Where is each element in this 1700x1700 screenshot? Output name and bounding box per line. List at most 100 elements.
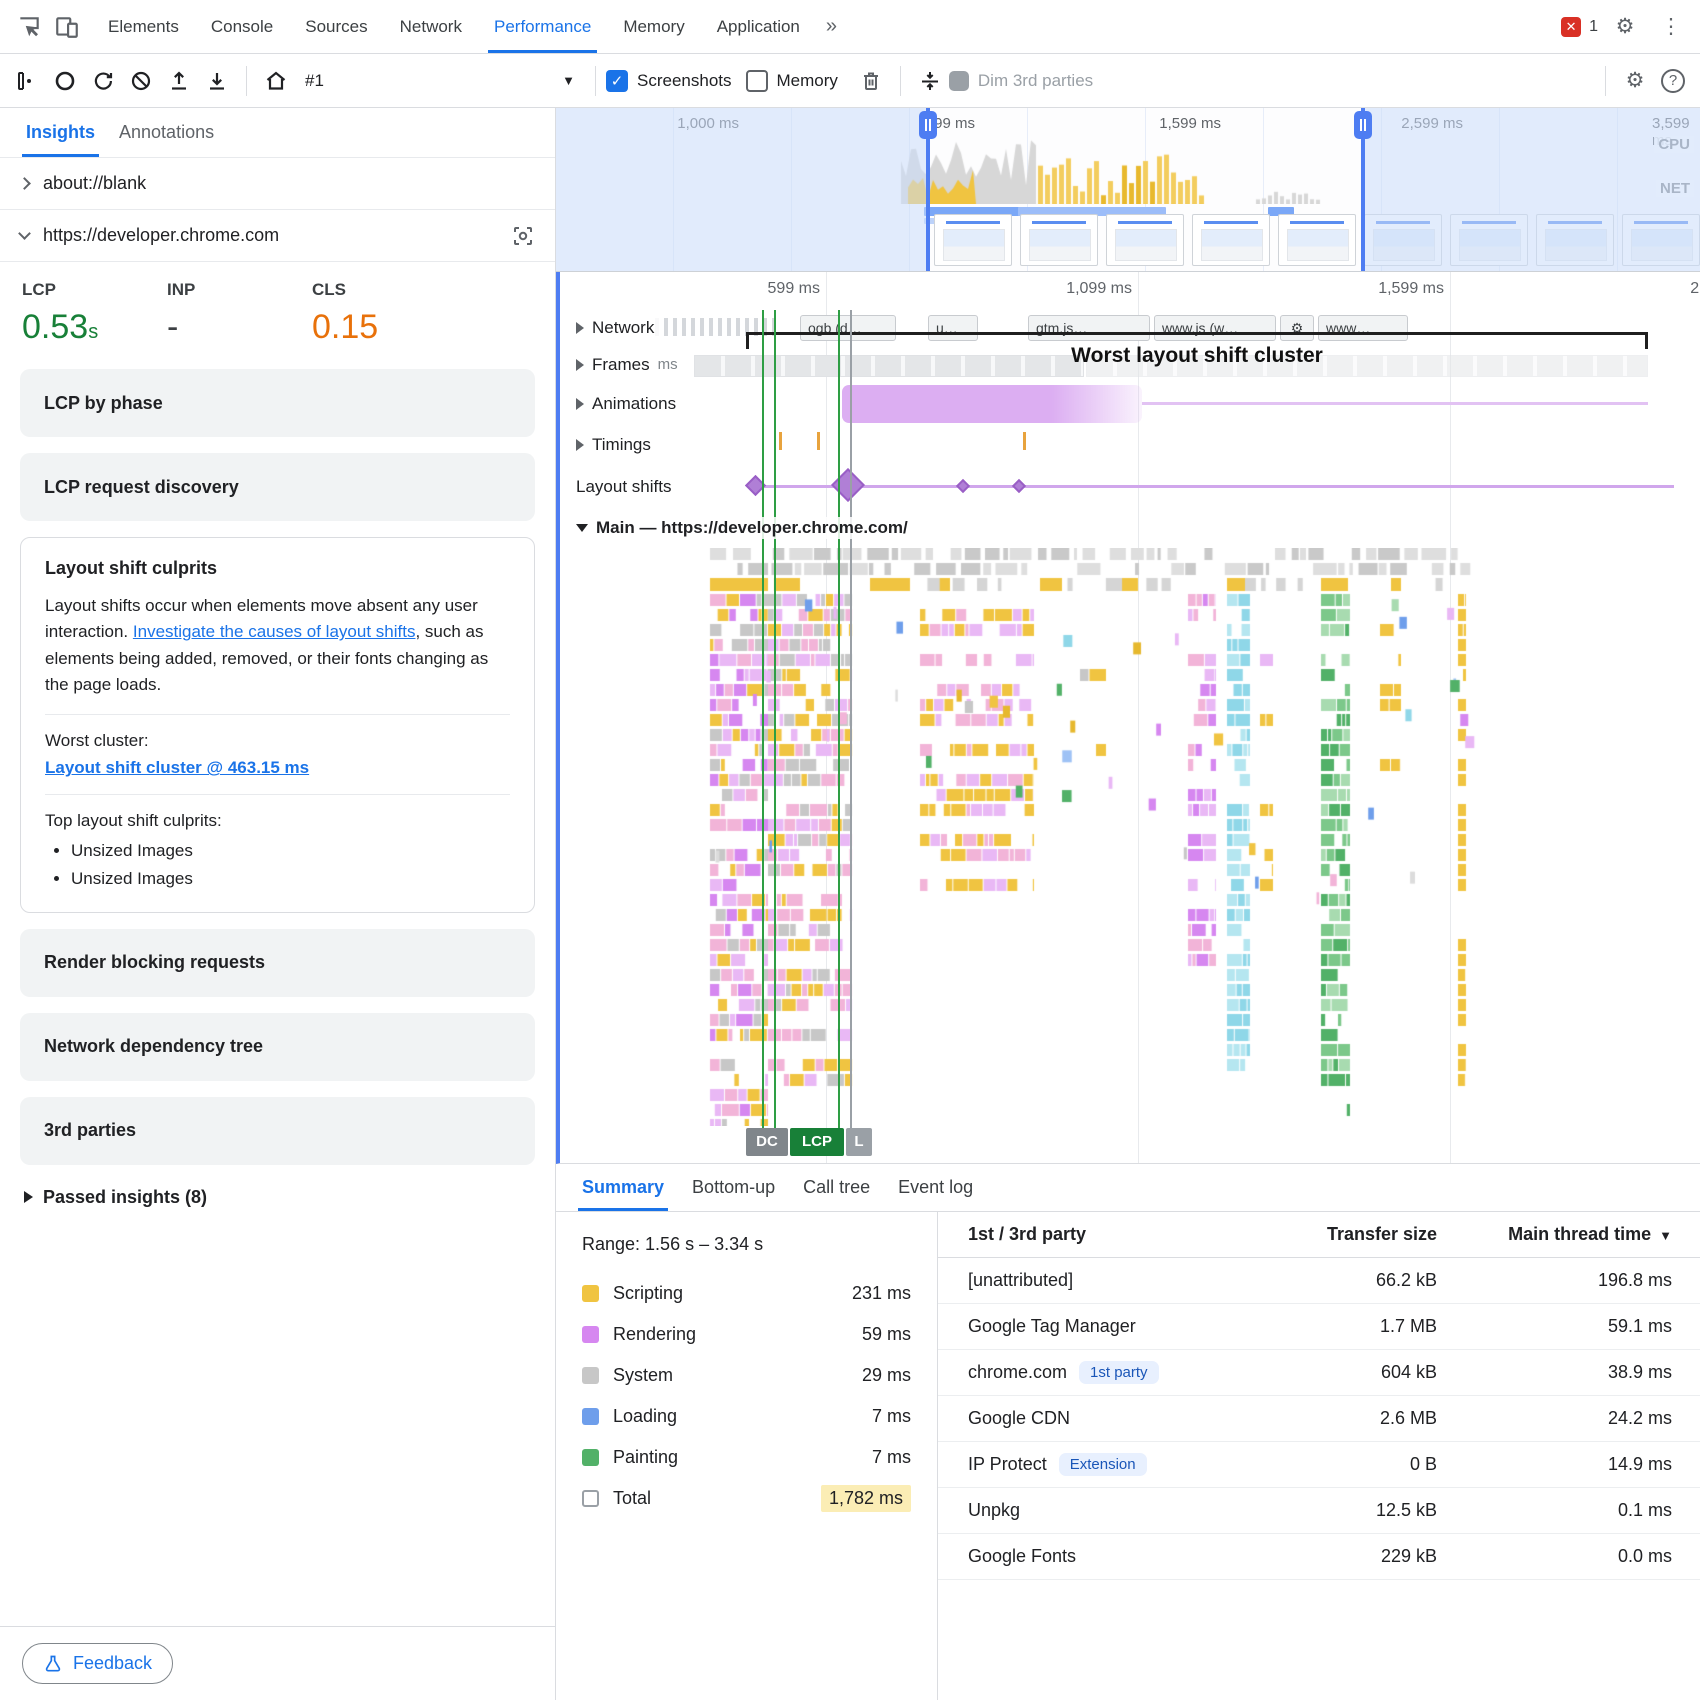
table-row[interactable]: Google CDN 2.6 MB 24.2 ms: [938, 1396, 1700, 1442]
layout-shift-diamond[interactable]: [1012, 479, 1026, 493]
layout-shift-diamond[interactable]: [831, 468, 865, 502]
load-profile-icon[interactable]: [160, 62, 198, 100]
main-thread-flamechart[interactable]: [560, 548, 1700, 1126]
network-chip-gear-icon[interactable]: ⚙: [1280, 315, 1314, 341]
table-row[interactable]: Unpkg 12.5 kB 0.1 ms: [938, 1488, 1700, 1534]
screenshot-thumbnail[interactable]: [1278, 214, 1356, 266]
layout-shifts-track-label[interactable]: Layout shifts: [570, 476, 677, 498]
network-track[interactable]: Network ogb (d… u… gtm.js… www.js (w… ⚙ …: [560, 310, 1700, 346]
record-and-reload-icon[interactable]: [84, 62, 122, 100]
tab-network[interactable]: Network: [384, 0, 478, 53]
insight-card-network-dependency-tree[interactable]: Network dependency tree: [20, 1013, 535, 1081]
network-track-label[interactable]: Network: [570, 317, 660, 339]
tab-event-log[interactable]: Event log: [884, 1164, 987, 1211]
worst-cluster-link[interactable]: Layout shift cluster @ 463.15 ms: [45, 758, 309, 777]
table-row[interactable]: Google Tag Manager 1.7 MB 59.1 ms: [938, 1304, 1700, 1350]
timeline-overview[interactable]: 1,000 ms 599 ms 1,599 ms 2,599 ms 3,599 …: [556, 108, 1700, 272]
capture-gear-icon[interactable]: ⚙: [1616, 62, 1654, 100]
screenshot-thumbnail[interactable]: [1536, 214, 1614, 266]
frame-row-about-blank[interactable]: about://blank: [0, 158, 555, 210]
screenshot-thumbnail[interactable]: [1020, 214, 1098, 266]
layout-shift-diamond[interactable]: [956, 479, 970, 493]
metric-cls[interactable]: CLS 0.15: [312, 280, 457, 347]
legend-row-painting: Painting 7 ms: [582, 1437, 911, 1478]
tab-memory[interactable]: Memory: [607, 0, 700, 53]
home-icon[interactable]: [257, 62, 295, 100]
timings-track-label[interactable]: Timings: [570, 434, 657, 456]
help-icon[interactable]: ?: [1654, 62, 1692, 100]
tab-sources[interactable]: Sources: [289, 0, 383, 53]
network-request-chip[interactable]: gtm.js…: [1028, 315, 1150, 341]
kebab-menu-icon[interactable]: ⋮: [1652, 8, 1690, 46]
inspect-element-icon[interactable]: [10, 8, 48, 46]
passed-insights-toggle[interactable]: Passed insights (8): [24, 1187, 531, 1208]
capture-settings-icon[interactable]: [911, 62, 949, 100]
screenshot-thumbnail[interactable]: [1192, 214, 1270, 266]
tab-call-tree[interactable]: Call tree: [789, 1164, 884, 1211]
insight-card-render-blocking[interactable]: Render blocking requests: [20, 929, 535, 997]
investigate-layout-shifts-link[interactable]: Investigate the causes of layout shifts: [133, 622, 416, 641]
memory-checkbox[interactable]: [746, 70, 768, 92]
layout-shift-cluster-bar[interactable]: [842, 385, 1142, 423]
console-error-icon[interactable]: ✕: [1561, 17, 1581, 37]
screenshot-filmstrip[interactable]: [556, 214, 1700, 268]
dim-3rd-parties-toggle[interactable]: [949, 71, 969, 91]
device-toolbar-icon[interactable]: [48, 8, 86, 46]
table-row[interactable]: IP ProtectExtension 0 B 14.9 ms: [938, 1442, 1700, 1488]
tab-annotations[interactable]: Annotations: [107, 108, 226, 157]
marker-dcl[interactable]: DC: [746, 1128, 788, 1156]
metric-inp[interactable]: INP -: [167, 280, 312, 347]
collect-garbage-icon[interactable]: [852, 62, 890, 100]
layout-shifts-track[interactable]: Layout shifts: [560, 465, 1700, 508]
network-request-chip[interactable]: u…: [928, 315, 978, 341]
frames-track-label[interactable]: Frames ms: [570, 354, 684, 376]
column-main-thread-time[interactable]: Main thread time▼: [1437, 1224, 1672, 1245]
overview-left-handle[interactable]: [926, 108, 930, 271]
main-thread-label[interactable]: Main — https://developer.chrome.com/: [570, 517, 914, 539]
animations-track-label[interactable]: Animations: [570, 393, 682, 415]
marker-lcp[interactable]: LCP: [790, 1128, 844, 1156]
network-request-chip[interactable]: www…: [1318, 315, 1408, 341]
legend-value: 231 ms: [852, 1283, 911, 1304]
insight-card-3rd-parties[interactable]: 3rd parties: [20, 1097, 535, 1165]
settings-gear-icon[interactable]: ⚙: [1606, 8, 1644, 46]
network-request-chip[interactable]: ogb (d…: [800, 315, 896, 341]
overview-right-handle[interactable]: [1361, 108, 1365, 271]
timings-track[interactable]: Timings: [560, 424, 1700, 465]
tab-elements[interactable]: Elements: [92, 0, 195, 53]
tab-console[interactable]: Console: [195, 0, 289, 53]
feedback-button[interactable]: Feedback: [22, 1643, 173, 1684]
table-row[interactable]: chrome.com1st party 604 kB 38.9 ms: [938, 1350, 1700, 1396]
screenshot-thumbnail[interactable]: [1364, 214, 1442, 266]
panel-toggle-icon[interactable]: [8, 62, 46, 100]
frame-row-developer-chrome[interactable]: https://developer.chrome.com: [0, 210, 555, 262]
tab-performance[interactable]: Performance: [478, 0, 607, 53]
clear-recording-icon[interactable]: [122, 62, 160, 100]
screenshot-thumbnail[interactable]: [934, 214, 1012, 266]
marker-load[interactable]: L: [846, 1128, 872, 1156]
screenshot-thumbnail[interactable]: [1450, 214, 1528, 266]
metric-name: LCP: [22, 280, 167, 300]
field-data-viewfinder-icon[interactable]: [511, 224, 535, 248]
column-party[interactable]: 1st / 3rd party: [968, 1224, 1247, 1245]
column-transfer-size[interactable]: Transfer size: [1247, 1224, 1437, 1245]
save-profile-icon[interactable]: [198, 62, 236, 100]
insight-card-lcp-request-discovery[interactable]: LCP request discovery: [20, 453, 535, 521]
table-row[interactable]: [unattributed] 66.2 kB 196.8 ms: [938, 1258, 1700, 1304]
screenshots-checkbox[interactable]: ✓: [606, 70, 628, 92]
screenshot-thumbnail[interactable]: [1106, 214, 1184, 266]
more-tabs-icon[interactable]: »: [816, 0, 847, 53]
party-name: Unpkg: [968, 1500, 1020, 1521]
main-thread-track-header[interactable]: Main — https://developer.chrome.com/: [560, 508, 1700, 548]
tab-application[interactable]: Application: [701, 0, 816, 53]
tab-bottom-up[interactable]: Bottom-up: [678, 1164, 789, 1211]
metric-lcp[interactable]: LCP 0.53s: [22, 280, 167, 347]
table-row[interactable]: Google Fonts 229 kB 0.0 ms: [938, 1534, 1700, 1580]
network-request-chip[interactable]: www.js (w…: [1154, 315, 1276, 341]
record-icon[interactable]: [46, 62, 84, 100]
tab-insights[interactable]: Insights: [14, 108, 107, 157]
screenshot-thumbnail[interactable]: [1622, 214, 1700, 266]
tab-summary[interactable]: Summary: [568, 1164, 678, 1211]
history-select[interactable]: #1 ▼: [295, 62, 585, 100]
insight-card-lcp-by-phase[interactable]: LCP by phase: [20, 369, 535, 437]
